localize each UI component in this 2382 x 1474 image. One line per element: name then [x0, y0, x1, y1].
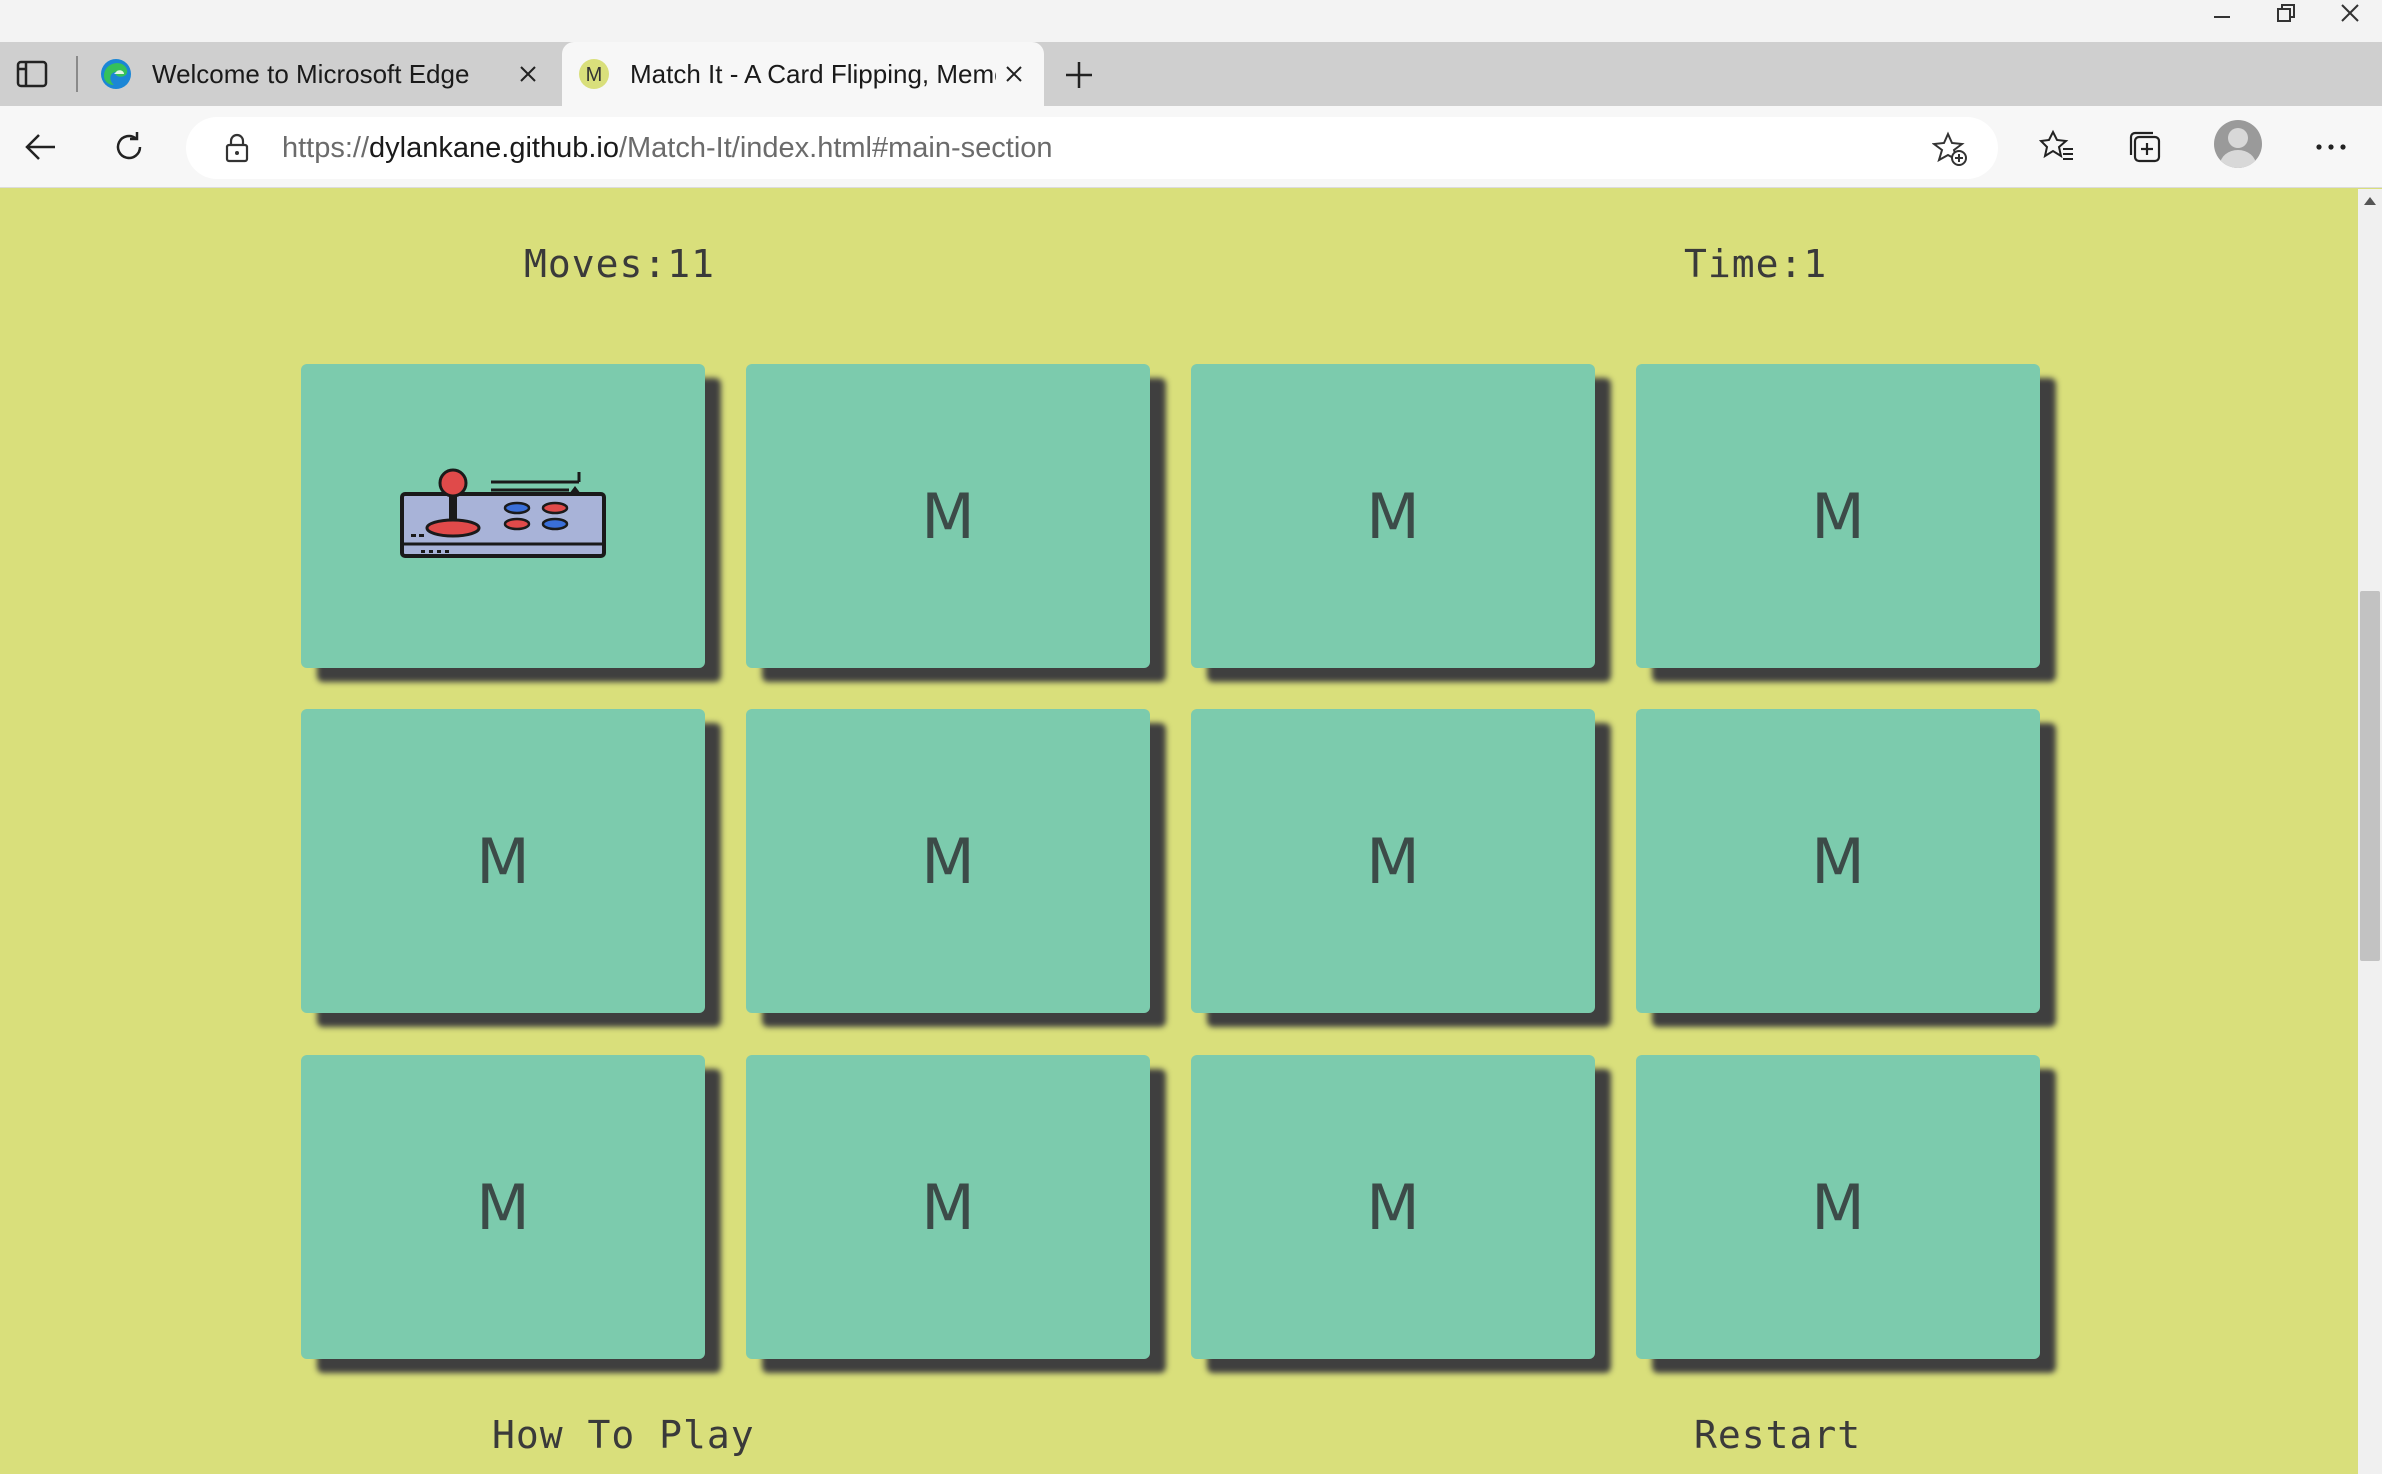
favorites-icon: [2039, 129, 2073, 160]
close-window-button[interactable]: [2318, 0, 2382, 28]
edge-logo-icon: [100, 58, 132, 90]
restore-icon: [2277, 4, 2295, 22]
vertical-scrollbar[interactable]: [2358, 189, 2382, 1474]
plus-icon: [1066, 62, 1092, 88]
card-back-label: M: [1811, 479, 1865, 553]
restart-button[interactable]: Restart: [1694, 1413, 1861, 1457]
svg-text:M: M: [586, 64, 603, 86]
card-12[interactable]: M: [1636, 1055, 2040, 1359]
scrollbar-thumb[interactable]: [2360, 591, 2380, 961]
star-plus-icon: [1932, 131, 1967, 166]
favorites-button[interactable]: [2034, 124, 2080, 170]
back-button[interactable]: [18, 124, 64, 170]
tab-title: Welcome to Microsoft Edge: [152, 58, 470, 89]
url-host: dylankane.github.io: [369, 131, 619, 164]
lock-icon[interactable]: [222, 133, 252, 163]
tab-welcome-edge[interactable]: Welcome to Microsoft Edge: [84, 42, 558, 106]
card-back-label: M: [476, 1170, 530, 1244]
m-favicon-icon: M: [578, 58, 610, 90]
card-11[interactable]: M: [1191, 1055, 1595, 1359]
card-back-label: M: [1811, 824, 1865, 898]
tab-strip: Welcome to Microsoft Edge M Match It - A…: [0, 42, 2382, 106]
card-back-label: M: [921, 824, 975, 898]
add-favorite-button[interactable]: [1930, 129, 1970, 169]
back-arrow-icon: [25, 134, 55, 160]
joystick-controller-icon: [400, 468, 606, 558]
moves-counter: Moves:11: [524, 242, 716, 286]
card-back-label: M: [1366, 824, 1420, 898]
card-7[interactable]: M: [1191, 709, 1595, 1013]
card-6[interactable]: M: [746, 709, 1150, 1013]
url-text[interactable]: https://dylankane.github.io/Match-It/ind…: [282, 132, 1053, 165]
card-10[interactable]: M: [746, 1055, 1150, 1359]
card-2[interactable]: M: [746, 364, 1150, 668]
browser-toolbar: https://dylankane.github.io/Match-It/ind…: [0, 106, 2382, 188]
card-9[interactable]: M: [301, 1055, 705, 1359]
minimize-icon: [2214, 16, 2230, 18]
card-8[interactable]: M: [1636, 709, 2040, 1013]
minimize-button[interactable]: [2190, 0, 2254, 28]
tab-actions-icon: [16, 60, 48, 88]
collections-button[interactable]: [2122, 124, 2168, 170]
restore-button[interactable]: [2254, 0, 2318, 28]
close-icon: [520, 66, 536, 82]
window-title-bar: [0, 0, 2382, 42]
person-body: [2220, 150, 2256, 168]
card-5[interactable]: M: [301, 709, 705, 1013]
tab-match-it[interactable]: M Match It - A Card Flipping, Memory Gam…: [562, 42, 1044, 106]
tab-title: Match It - A Card Flipping, Memory Game: [630, 58, 996, 89]
tab-actions-button[interactable]: [12, 56, 52, 92]
url-scheme: https://: [282, 131, 370, 164]
how-to-play-button[interactable]: How To Play: [492, 1413, 755, 1457]
more-dots-icon: [2316, 144, 2346, 150]
refresh-icon: [116, 132, 142, 160]
url-path: /Match-It/index.html#main-section: [618, 131, 1053, 164]
card-back-label: M: [1811, 1170, 1865, 1244]
close-icon: [1006, 66, 1022, 82]
card-back-label: M: [921, 479, 975, 553]
scroll-up-arrow-icon[interactable]: [2362, 195, 2378, 207]
tab-divider: [76, 56, 78, 92]
profile-avatar[interactable]: [2214, 120, 2262, 168]
time-counter: Time:1: [1684, 242, 1828, 286]
page-content: Moves:11 Time:1 M M M M M M M M M M M Ho…: [0, 189, 2358, 1474]
card-back-label: M: [1366, 1170, 1420, 1244]
card-back-label: M: [921, 1170, 975, 1244]
new-tab-button[interactable]: [1058, 54, 1100, 96]
address-bar[interactable]: https://dylankane.github.io/Match-It/ind…: [186, 117, 1998, 179]
card-back-label: M: [1366, 479, 1420, 553]
collections-icon: [2129, 131, 2161, 163]
refresh-button[interactable]: [106, 124, 152, 170]
card-back-label: M: [476, 824, 530, 898]
settings-more-button[interactable]: [2308, 124, 2354, 170]
card-4[interactable]: M: [1636, 364, 2040, 668]
person-head: [2228, 128, 2248, 148]
tab-close-button[interactable]: [510, 56, 546, 92]
window-controls: [2190, 0, 2382, 28]
card-3[interactable]: M: [1191, 364, 1595, 668]
card-1[interactable]: [301, 364, 705, 668]
close-icon: [2341, 4, 2359, 22]
tab-close-button[interactable]: [996, 56, 1032, 92]
